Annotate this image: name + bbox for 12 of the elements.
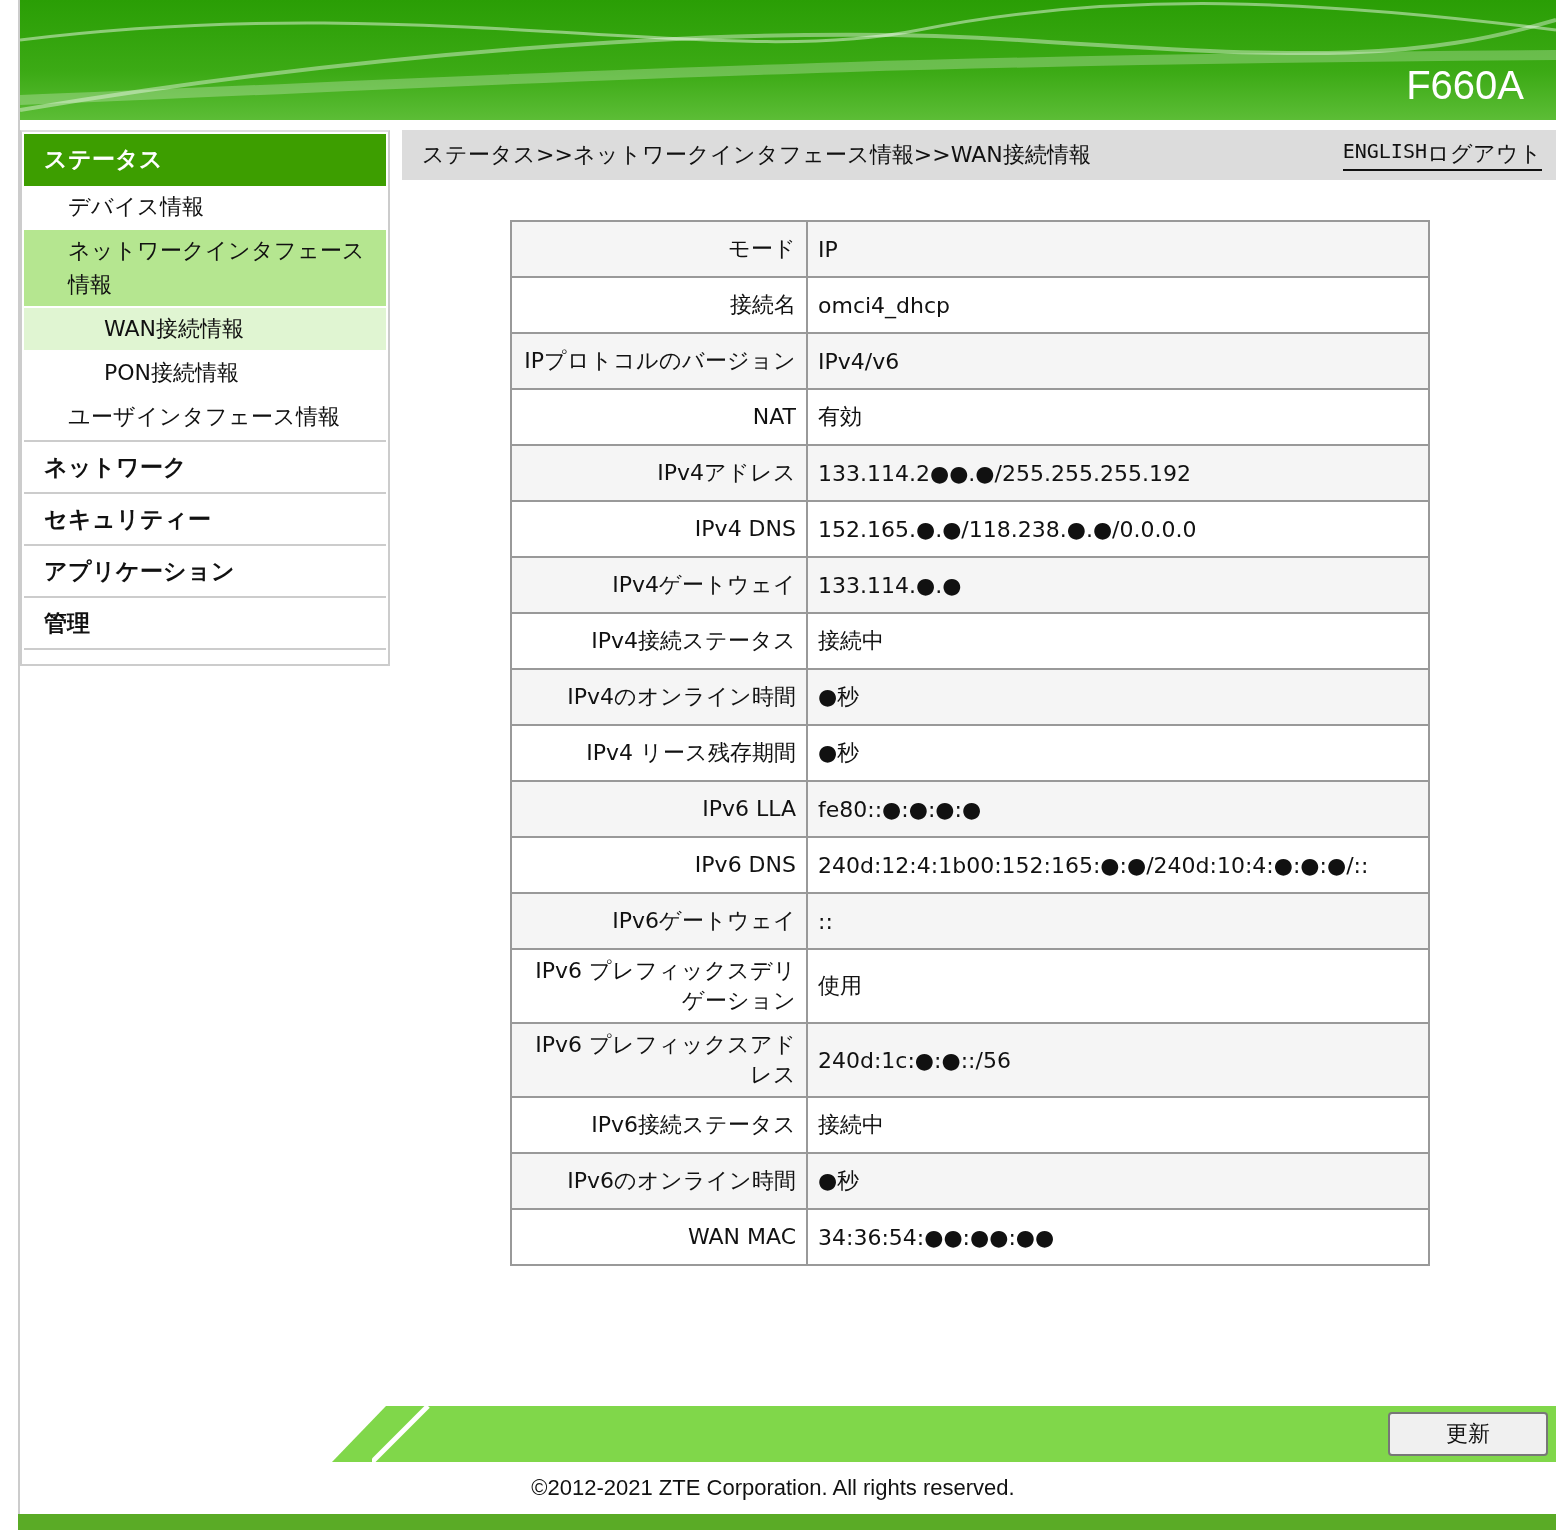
top-link[interactable]: ログアウト	[1427, 139, 1542, 169]
submenu-item[interactable]: WAN接続情報	[24, 308, 386, 350]
model-name: F660A	[1406, 63, 1525, 109]
top-link[interactable]: ENGLISH	[1342, 139, 1427, 169]
copyright-text: ©2012-2021 ZTE Corporation. All rights reserved.	[531, 1475, 1015, 1501]
breadcrumb: ステータス>>ネットワークインタフェース情報>>WAN接続情報	[422, 141, 1091, 169]
field-value: 34:36:54:●●:●●:●●	[807, 1209, 1429, 1265]
field-label: モード	[511, 221, 807, 277]
field-label: WAN MAC	[511, 1209, 807, 1265]
refresh-button[interactable]: 更新	[1388, 1412, 1548, 1456]
submenu-item[interactable]: ネットワークインタフェース情報	[24, 230, 386, 306]
field-value: IP	[807, 221, 1429, 277]
